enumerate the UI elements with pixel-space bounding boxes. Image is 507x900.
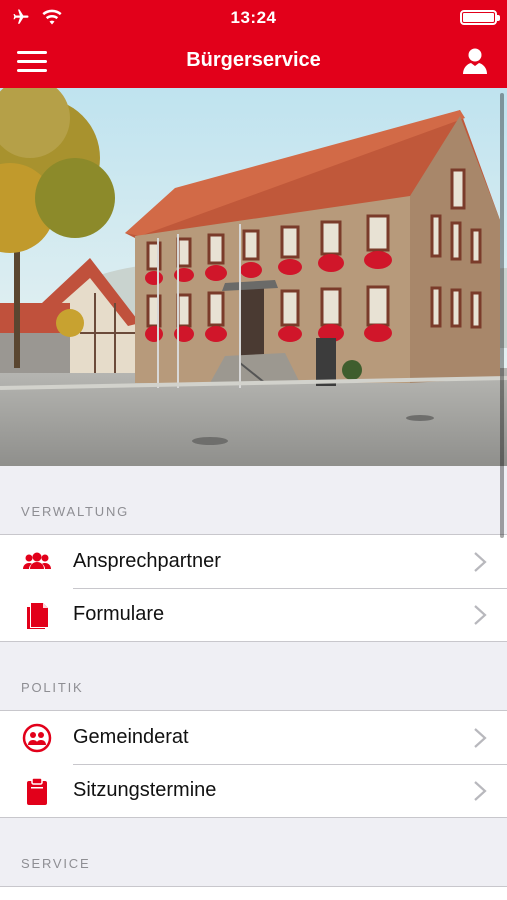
navigation-bar: Bürgerservice [0, 34, 507, 88]
list-item-service-partial[interactable] [0, 886, 507, 900]
status-bar: 13:24 [0, 0, 507, 34]
status-time: 13:24 [230, 8, 277, 27]
chevron-right-icon [474, 781, 487, 801]
chevron-right-icon [474, 552, 487, 572]
scrollbar[interactable] [500, 93, 504, 538]
list-item-ansprechpartner[interactable]: Ansprechpartner [0, 534, 507, 588]
section-header-verwaltung: VERWALTUNG [21, 504, 130, 519]
profile-icon[interactable] [461, 47, 489, 75]
battery-icon [460, 10, 500, 25]
list-item-label: Ansprechpartner [73, 550, 221, 572]
list-item-label: Gemeinderat [73, 726, 189, 748]
documents-icon [27, 603, 48, 629]
page-title: Bürgerservice [186, 49, 321, 71]
list-item-label: Formulare [73, 603, 165, 625]
chevron-right-icon [474, 728, 487, 748]
list-item-formulare[interactable]: Formulare [0, 588, 507, 642]
town-hall-photo [0, 88, 507, 466]
clipboard-icon [27, 777, 47, 805]
section-header-service: SERVICE [21, 856, 91, 871]
chevron-right-icon [474, 605, 487, 625]
section-header-politik: POLITIK [21, 680, 84, 695]
list-item-gemeinderat[interactable]: Gemeinderat [0, 710, 507, 764]
group-icon [23, 552, 51, 569]
menu-list[interactable]: VERWALTUNG Ansprechpartner Formulare POL… [0, 466, 507, 900]
list-item-sitzungstermine[interactable]: Sitzungstermine [0, 764, 507, 818]
council-icon [22, 723, 52, 753]
list-item-label: Sitzungstermine [73, 779, 217, 801]
